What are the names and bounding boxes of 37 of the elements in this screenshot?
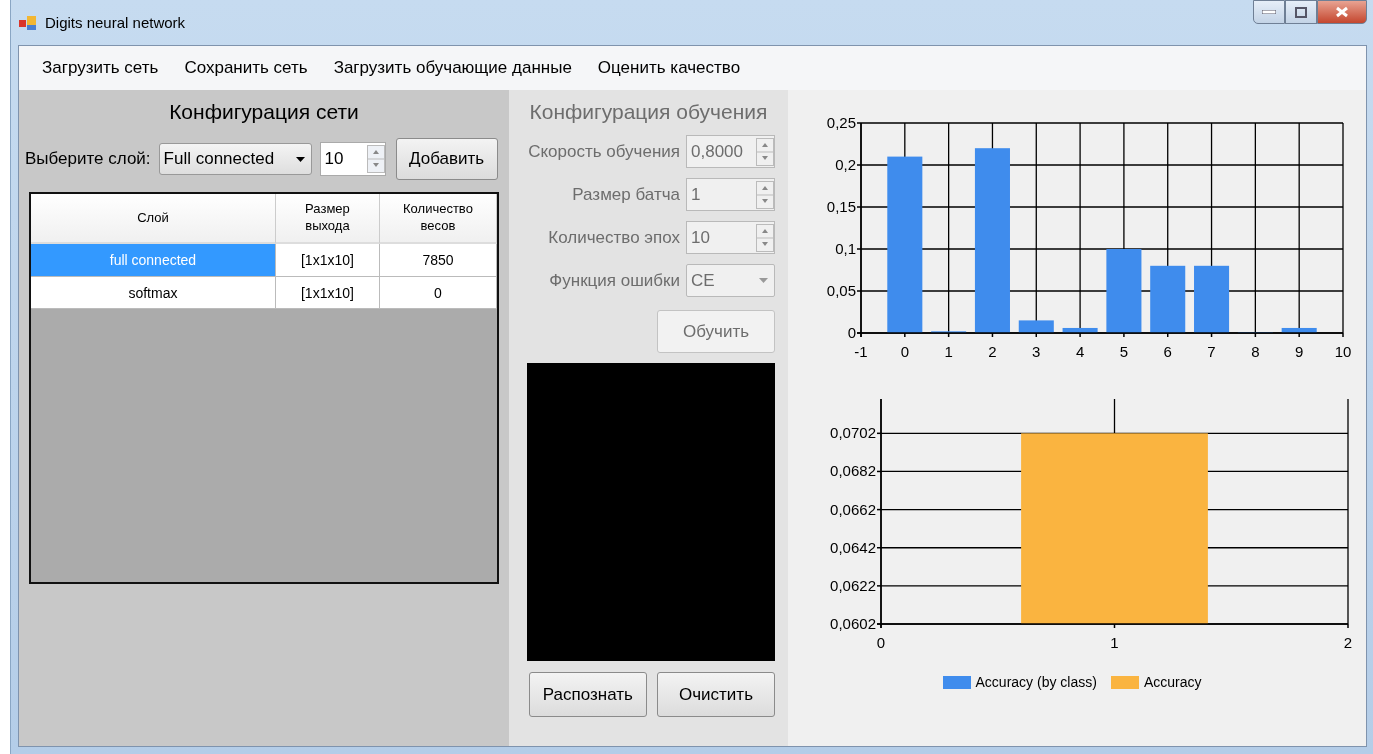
axis-tick-label: 0,05: [826, 282, 856, 299]
axis-tick-label: 3: [1032, 343, 1041, 360]
axis-tick-label: 0,0602: [830, 615, 876, 632]
legend-label: Accuracy (by class): [975, 674, 1097, 690]
legend-label: Accuracy: [1143, 674, 1202, 690]
axis-tick-label: 1: [944, 343, 953, 360]
axis-tick-label: -1: [854, 343, 868, 360]
axis-tick-label: 0,0642: [830, 538, 876, 556]
axis-tick-label: 0,0662: [830, 500, 876, 518]
axis-tick-label: 7: [1207, 343, 1216, 360]
axis-tick-label: 4: [1075, 343, 1085, 360]
axis-tick-label: 10: [1334, 343, 1352, 360]
axis-tick-label: 9: [1295, 343, 1304, 360]
axis-tick-label: 0,25: [826, 114, 856, 131]
axis-tick-label: 2: [1343, 634, 1353, 651]
field-label: Выберите слой:: [25, 149, 151, 169]
axis-tick-label: 1: [1110, 634, 1119, 651]
axis-tick-label: 0,0622: [830, 576, 876, 594]
window-title: Digits neural network: [45, 14, 187, 31]
panel-title: Конфигурация обучения: [528, 100, 769, 124]
axis-tick-label: 8: [1251, 343, 1260, 360]
field-label: Скорость обучения: [528, 141, 680, 162]
axis-tick-label: 0: [900, 343, 909, 360]
field-label: Размер батча: [572, 184, 680, 205]
axis-tick-label: 2: [988, 343, 997, 360]
axis-tick-label: 0,1: [835, 240, 856, 257]
axis-tick-label: 5: [1119, 343, 1129, 360]
axis-tick-label: 0: [876, 634, 886, 651]
field-label: Функция ошибки: [549, 270, 680, 291]
axis-tick-label: 0: [847, 324, 856, 341]
axis-tick-label: 6: [1163, 343, 1172, 360]
axis-tick-label: 0,2: [835, 156, 856, 173]
axis-tick-label: 0,15: [826, 198, 856, 215]
axis-tick-label: 0,0682: [830, 462, 876, 480]
axis-tick-label: 0,0702: [830, 424, 876, 442]
field-label: Количество эпох: [548, 227, 680, 248]
panel-title: Конфигурация сети: [169, 100, 359, 124]
